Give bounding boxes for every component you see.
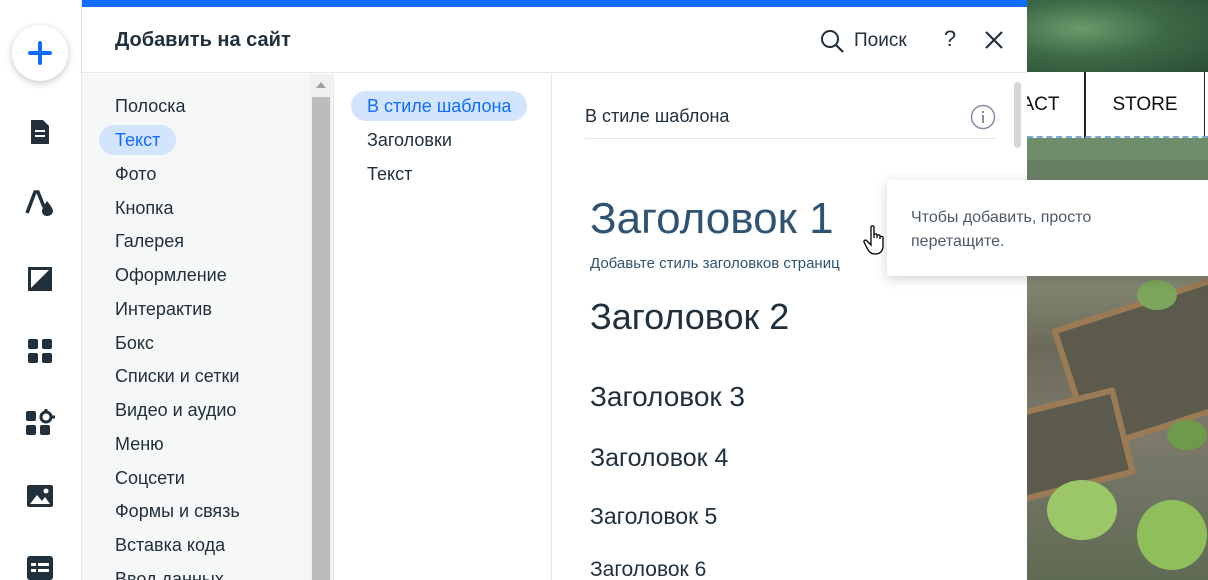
plant	[1167, 420, 1207, 450]
heading-1-preset[interactable]: Заголовок 1	[590, 194, 834, 244]
nav-item-contact[interactable]: ACT	[1027, 72, 1085, 138]
heading-5-preset[interactable]: Заголовок 5	[590, 503, 717, 530]
search-button[interactable]: Поиск	[820, 27, 907, 55]
hand-cursor-icon	[863, 225, 884, 255]
category-item[interactable]: Ввод данных	[99, 564, 240, 580]
subcategory-list: В стиле шаблона Заголовки Текст	[334, 74, 552, 580]
content-scrollbar[interactable]	[1014, 82, 1021, 148]
text-presets: В стиле шаблона Заголовок 1 Добавьте сти…	[552, 74, 1027, 580]
search-label: Поиск	[854, 30, 907, 51]
search-icon	[821, 30, 844, 53]
heading-4-preset[interactable]: Заголовок 4	[590, 444, 728, 473]
category-item[interactable]: Соцсети	[99, 463, 201, 493]
foliage-strip	[1027, 138, 1208, 160]
add-panel: Добавить на сайт Поиск ? Полоска Текст Ф…	[82, 0, 1027, 580]
media-icon[interactable]	[25, 481, 55, 511]
help-button[interactable]: ?	[940, 26, 960, 52]
plus-icon	[28, 41, 52, 65]
scroll-thumb[interactable]	[312, 97, 330, 580]
close-icon[interactable]	[983, 29, 1005, 51]
drag-tooltip: Чтобы добавить, просто перетащите.	[887, 180, 1208, 276]
subcategory-item[interactable]: Текст	[351, 159, 428, 189]
background-icon[interactable]	[25, 264, 55, 294]
category-item[interactable]: Фото	[99, 159, 172, 189]
nav-item-store[interactable]: STORE	[1085, 72, 1205, 138]
design-icon[interactable]	[25, 188, 55, 218]
panel-title: Добавить на сайт	[115, 29, 291, 51]
category-item[interactable]: Видео и аудио	[99, 395, 252, 425]
category-list: Полоска Текст Фото Кнопка Галерея Оформл…	[82, 74, 334, 580]
subcategory-item-active[interactable]: В стиле шаблона	[351, 91, 528, 121]
heading-2-preset[interactable]: Заголовок 2	[590, 296, 789, 338]
info-icon[interactable]	[970, 104, 996, 130]
apps-icon[interactable]	[25, 336, 55, 366]
foliage-image	[1027, 0, 1208, 72]
site-navigation: ACT STORE	[1027, 72, 1208, 138]
plant	[1137, 500, 1207, 570]
heading-3-preset[interactable]: Заголовок 3	[590, 381, 745, 413]
left-toolbar	[0, 0, 82, 580]
subcategory-item[interactable]: Заголовки	[351, 125, 468, 155]
category-item[interactable]: Вставка кода	[99, 530, 241, 560]
panel-header: Добавить на сайт Поиск ?	[82, 7, 1027, 73]
cms-icon[interactable]	[25, 553, 55, 580]
category-item[interactable]: Галерея	[99, 226, 200, 256]
business-icon[interactable]	[25, 408, 55, 438]
scroll-up-arrow-icon[interactable]	[316, 82, 326, 88]
heading-1-hint: Добавьте стиль заголовков страниц	[590, 255, 840, 272]
category-item[interactable]: Интерактив	[99, 294, 228, 324]
site-preview: ACT STORE	[1027, 0, 1208, 580]
tooltip-text: Чтобы добавить, просто перетащите.	[911, 209, 1092, 250]
plant	[1047, 480, 1117, 540]
panel-accent-bar	[82, 0, 1027, 7]
add-elements-button[interactable]	[12, 25, 68, 81]
category-item[interactable]: Списки и сетки	[99, 361, 255, 391]
category-item[interactable]: Оформление	[99, 260, 243, 290]
category-item[interactable]: Формы и связь	[99, 496, 256, 526]
category-item[interactable]: Бокс	[99, 328, 170, 358]
category-item[interactable]: Полоска	[99, 91, 202, 121]
heading-6-preset[interactable]: Заголовок 6	[590, 558, 706, 580]
category-item[interactable]: Кнопка	[99, 193, 189, 223]
category-item[interactable]: Меню	[99, 429, 180, 459]
category-item-active[interactable]: Текст	[99, 125, 177, 155]
section-title: В стиле шаблона	[585, 106, 730, 126]
section-divider	[585, 138, 996, 139]
pages-icon[interactable]	[25, 117, 55, 147]
plant	[1137, 280, 1177, 310]
category-scrollbar[interactable]	[310, 74, 332, 580]
